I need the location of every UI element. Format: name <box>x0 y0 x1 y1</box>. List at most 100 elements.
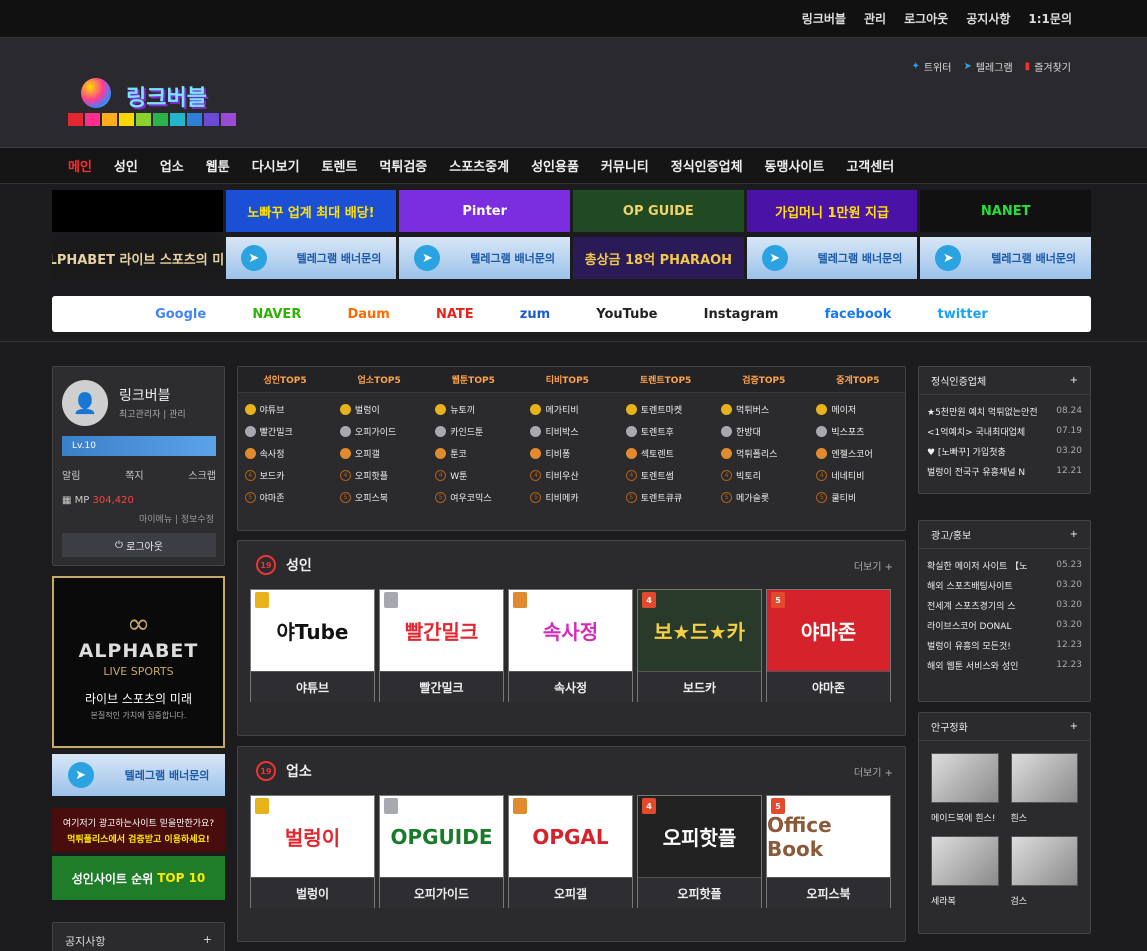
site-card[interactable]: OPGUIDE 오피가이드 <box>379 795 504 908</box>
top5-item[interactable]: 야튜브 <box>244 403 327 416</box>
plus-icon[interactable]: + <box>1070 375 1078 386</box>
top5-item[interactable]: 5 야마존 <box>244 491 327 504</box>
plus-icon[interactable]: + <box>1070 721 1078 732</box>
top5-item[interactable]: 4 보드카 <box>244 469 327 482</box>
list-item[interactable]: ♥ [노빠꾸] 가입첫충 03.20 <box>927 441 1082 461</box>
topbar-link-home[interactable]: 링크버블 <box>802 10 846 27</box>
list-item[interactable]: 라이브스코어 DONAL 03.20 <box>927 615 1082 635</box>
top5-tab-4[interactable]: 토렌트TOP5 <box>640 373 692 386</box>
top5-item[interactable]: 티비박스 <box>530 425 612 438</box>
list-item[interactable]: 벌렁이 전국구 유흥채널 N 12.21 <box>927 461 1082 481</box>
bookmark-link[interactable]: ▮ 즐겨찾기 <box>1025 59 1071 74</box>
top5-item[interactable]: 오피가이드 <box>339 425 422 438</box>
topbar-link-logout[interactable]: 로그아웃 <box>904 10 948 27</box>
list-item[interactable]: 확실한 메이저 사이트 【노 05.23 <box>927 555 1082 575</box>
top5-item[interactable]: 오피갤 <box>339 447 422 460</box>
search-engine-google[interactable]: Google <box>155 307 206 322</box>
top5-item[interactable]: 벌렁이 <box>339 403 422 416</box>
topbar-link-inquiry[interactable]: 1:1문의 <box>1028 10 1072 27</box>
top5-tab-1[interactable]: 업소TOP5 <box>358 373 401 386</box>
top5-item[interactable]: 속사정 <box>244 447 327 460</box>
top5-item[interactable]: 5 메가슬롯 <box>721 491 803 504</box>
alerts-link[interactable]: 알림 <box>62 467 80 482</box>
messages-link[interactable]: 쪽지 <box>125 467 143 482</box>
nav-item-4[interactable]: 다시보기 <box>252 156 300 175</box>
banner-1-2[interactable]: 노빠꾸 업계 최대 배당! <box>225 190 397 232</box>
site-card[interactable]: 야Tube 야튜브 <box>250 589 375 702</box>
top5-item[interactable]: 5 쿨티비 <box>816 491 898 504</box>
search-engine-twitter[interactable]: twitter <box>938 307 988 322</box>
logout-button[interactable]: ⏻ 로그아웃 <box>62 533 216 557</box>
top5-item[interactable]: 토렌트후 <box>625 425 708 438</box>
site-card[interactable]: 빨간밀크 빨간밀크 <box>379 589 504 702</box>
banner-1-5[interactable]: 가입머니 1만원 지급 <box>746 190 918 232</box>
top5-item[interactable]: 한방대 <box>721 425 803 438</box>
top5-item[interactable]: 먹튀폴리스 <box>721 447 803 460</box>
nav-item-5[interactable]: 토렌트 <box>322 156 358 175</box>
list-item[interactable]: 해외 스포츠배팅사이트 03.20 <box>927 575 1082 595</box>
gallery-item[interactable]: 세라복 <box>931 836 999 913</box>
site-logo[interactable]: 링크버블 <box>68 78 248 168</box>
banner-2-4[interactable]: 총상금 18억 PHARAOH <box>573 237 744 279</box>
search-engine-instagram[interactable]: Instagram <box>704 307 779 322</box>
top5-item[interactable]: 5 여우코믹스 <box>435 491 517 504</box>
twitter-link[interactable]: ✦ 트위터 <box>911 59 951 74</box>
top5-tab-3[interactable]: 티비TOP5 <box>546 373 589 386</box>
nav-item-8[interactable]: 성인용품 <box>531 156 579 175</box>
telegram-link[interactable]: ➤ 텔레그램 <box>963 59 1012 74</box>
gallery-item[interactable]: 흰스 <box>1010 753 1078 830</box>
side-text-banner-2[interactable]: 성인사이트 순위 TOP 10 <box>52 856 225 900</box>
top5-item[interactable]: 5 오피스북 <box>339 491 422 504</box>
list-item[interactable]: 벌렁이 유흥의 모든것! 12.23 <box>927 635 1082 655</box>
banner-2-5[interactable]: ➤ 텔레그램 배너문의 <box>746 237 918 279</box>
search-engine-nate[interactable]: NATE <box>436 307 474 322</box>
nav-item-9[interactable]: 커뮤니티 <box>601 156 649 175</box>
gallery-item[interactable]: 검스 <box>1010 836 1078 913</box>
top5-item[interactable]: 4 네네티비 <box>816 469 898 482</box>
top5-tab-6[interactable]: 중계TOP5 <box>836 373 879 386</box>
more-link[interactable]: 더보기 + <box>854 558 893 573</box>
top5-item[interactable]: 티비퐁 <box>530 447 612 460</box>
site-card[interactable]: 벌렁이 벌렁이 <box>250 795 375 908</box>
top5-tab-2[interactable]: 웹툰TOP5 <box>452 373 495 386</box>
top5-item[interactable]: 4 토렌트썸 <box>625 469 708 482</box>
list-item[interactable]: 해외 웹툰 서비스와 성인 12.23 <box>927 655 1082 675</box>
alphabet-side-ad[interactable]: ∞ ALPHABET LIVE SPORTS 라이브 스포츠의 미래 본질적인 … <box>52 576 225 748</box>
site-card[interactable]: 4 보★드★카 보드카 <box>637 589 762 702</box>
plus-icon[interactable]: + <box>203 933 212 951</box>
more-link[interactable]: 더보기 + <box>854 764 893 779</box>
site-card[interactable]: 4 오피핫플 오피핫플 <box>637 795 762 908</box>
site-card[interactable]: 5 Office Book 오피스북 <box>766 795 891 908</box>
banner-1-3[interactable]: Pinter <box>399 190 571 232</box>
top5-item[interactable]: 먹튀버스 <box>721 403 803 416</box>
banner-1-4[interactable]: OP GUIDE <box>573 190 744 232</box>
topbar-link-notice[interactable]: 공지사항 <box>966 10 1010 27</box>
top5-tab-5[interactable]: 검증TOP5 <box>742 373 785 386</box>
top5-item[interactable]: 뉴토끼 <box>435 403 517 416</box>
side-text-banner-1[interactable]: 여기저기 광고하는사이트 믿을만한가요? 먹튀폴리스에서 검증받고 이용하세요! <box>52 808 225 852</box>
search-engine-zum[interactable]: zum <box>520 307 550 322</box>
top5-item[interactable]: 5 티비메카 <box>530 491 612 504</box>
topbar-link-admin[interactable]: 관리 <box>864 10 886 27</box>
list-item[interactable]: 전세계 스포츠경기의 스 03.20 <box>927 595 1082 615</box>
nav-item-10[interactable]: 정식인증업체 <box>671 156 743 175</box>
top5-item[interactable]: 메이저 <box>816 403 898 416</box>
top5-item[interactable]: 섹토렌트 <box>625 447 708 460</box>
banner-2-3[interactable]: ➤ 텔레그램 배너문의 <box>399 237 571 279</box>
gallery-item[interactable]: 메이드복에 흰스! <box>931 753 999 830</box>
nav-item-11[interactable]: 동맹사이트 <box>765 156 825 175</box>
profile-role[interactable]: 최고관리자 | 관리 <box>119 407 186 420</box>
top5-item[interactable]: 빨간밀크 <box>244 425 327 438</box>
top5-item[interactable]: 4 오피핫플 <box>339 469 422 482</box>
banner-2-6[interactable]: ➤ 텔레그램 배너문의 <box>920 237 1092 279</box>
top5-item[interactable]: 카인드툰 <box>435 425 517 438</box>
top5-item[interactable]: 4 티비우산 <box>530 469 612 482</box>
nav-item-7[interactable]: 스포츠중계 <box>449 156 509 175</box>
top5-item[interactable]: 토렌트마켓 <box>625 403 708 416</box>
banner-2-2[interactable]: ➤ 텔레그램 배너문의 <box>225 237 397 279</box>
top5-item[interactable]: 엔젤스코어 <box>816 447 898 460</box>
side-telegram-banner[interactable]: ➤ 텔레그램 배너문의 <box>52 754 225 796</box>
top5-item[interactable]: 툰코 <box>435 447 517 460</box>
site-card[interactable]: 5 야마존 야마존 <box>766 589 891 702</box>
top5-tab-0[interactable]: 성인TOP5 <box>263 373 306 386</box>
